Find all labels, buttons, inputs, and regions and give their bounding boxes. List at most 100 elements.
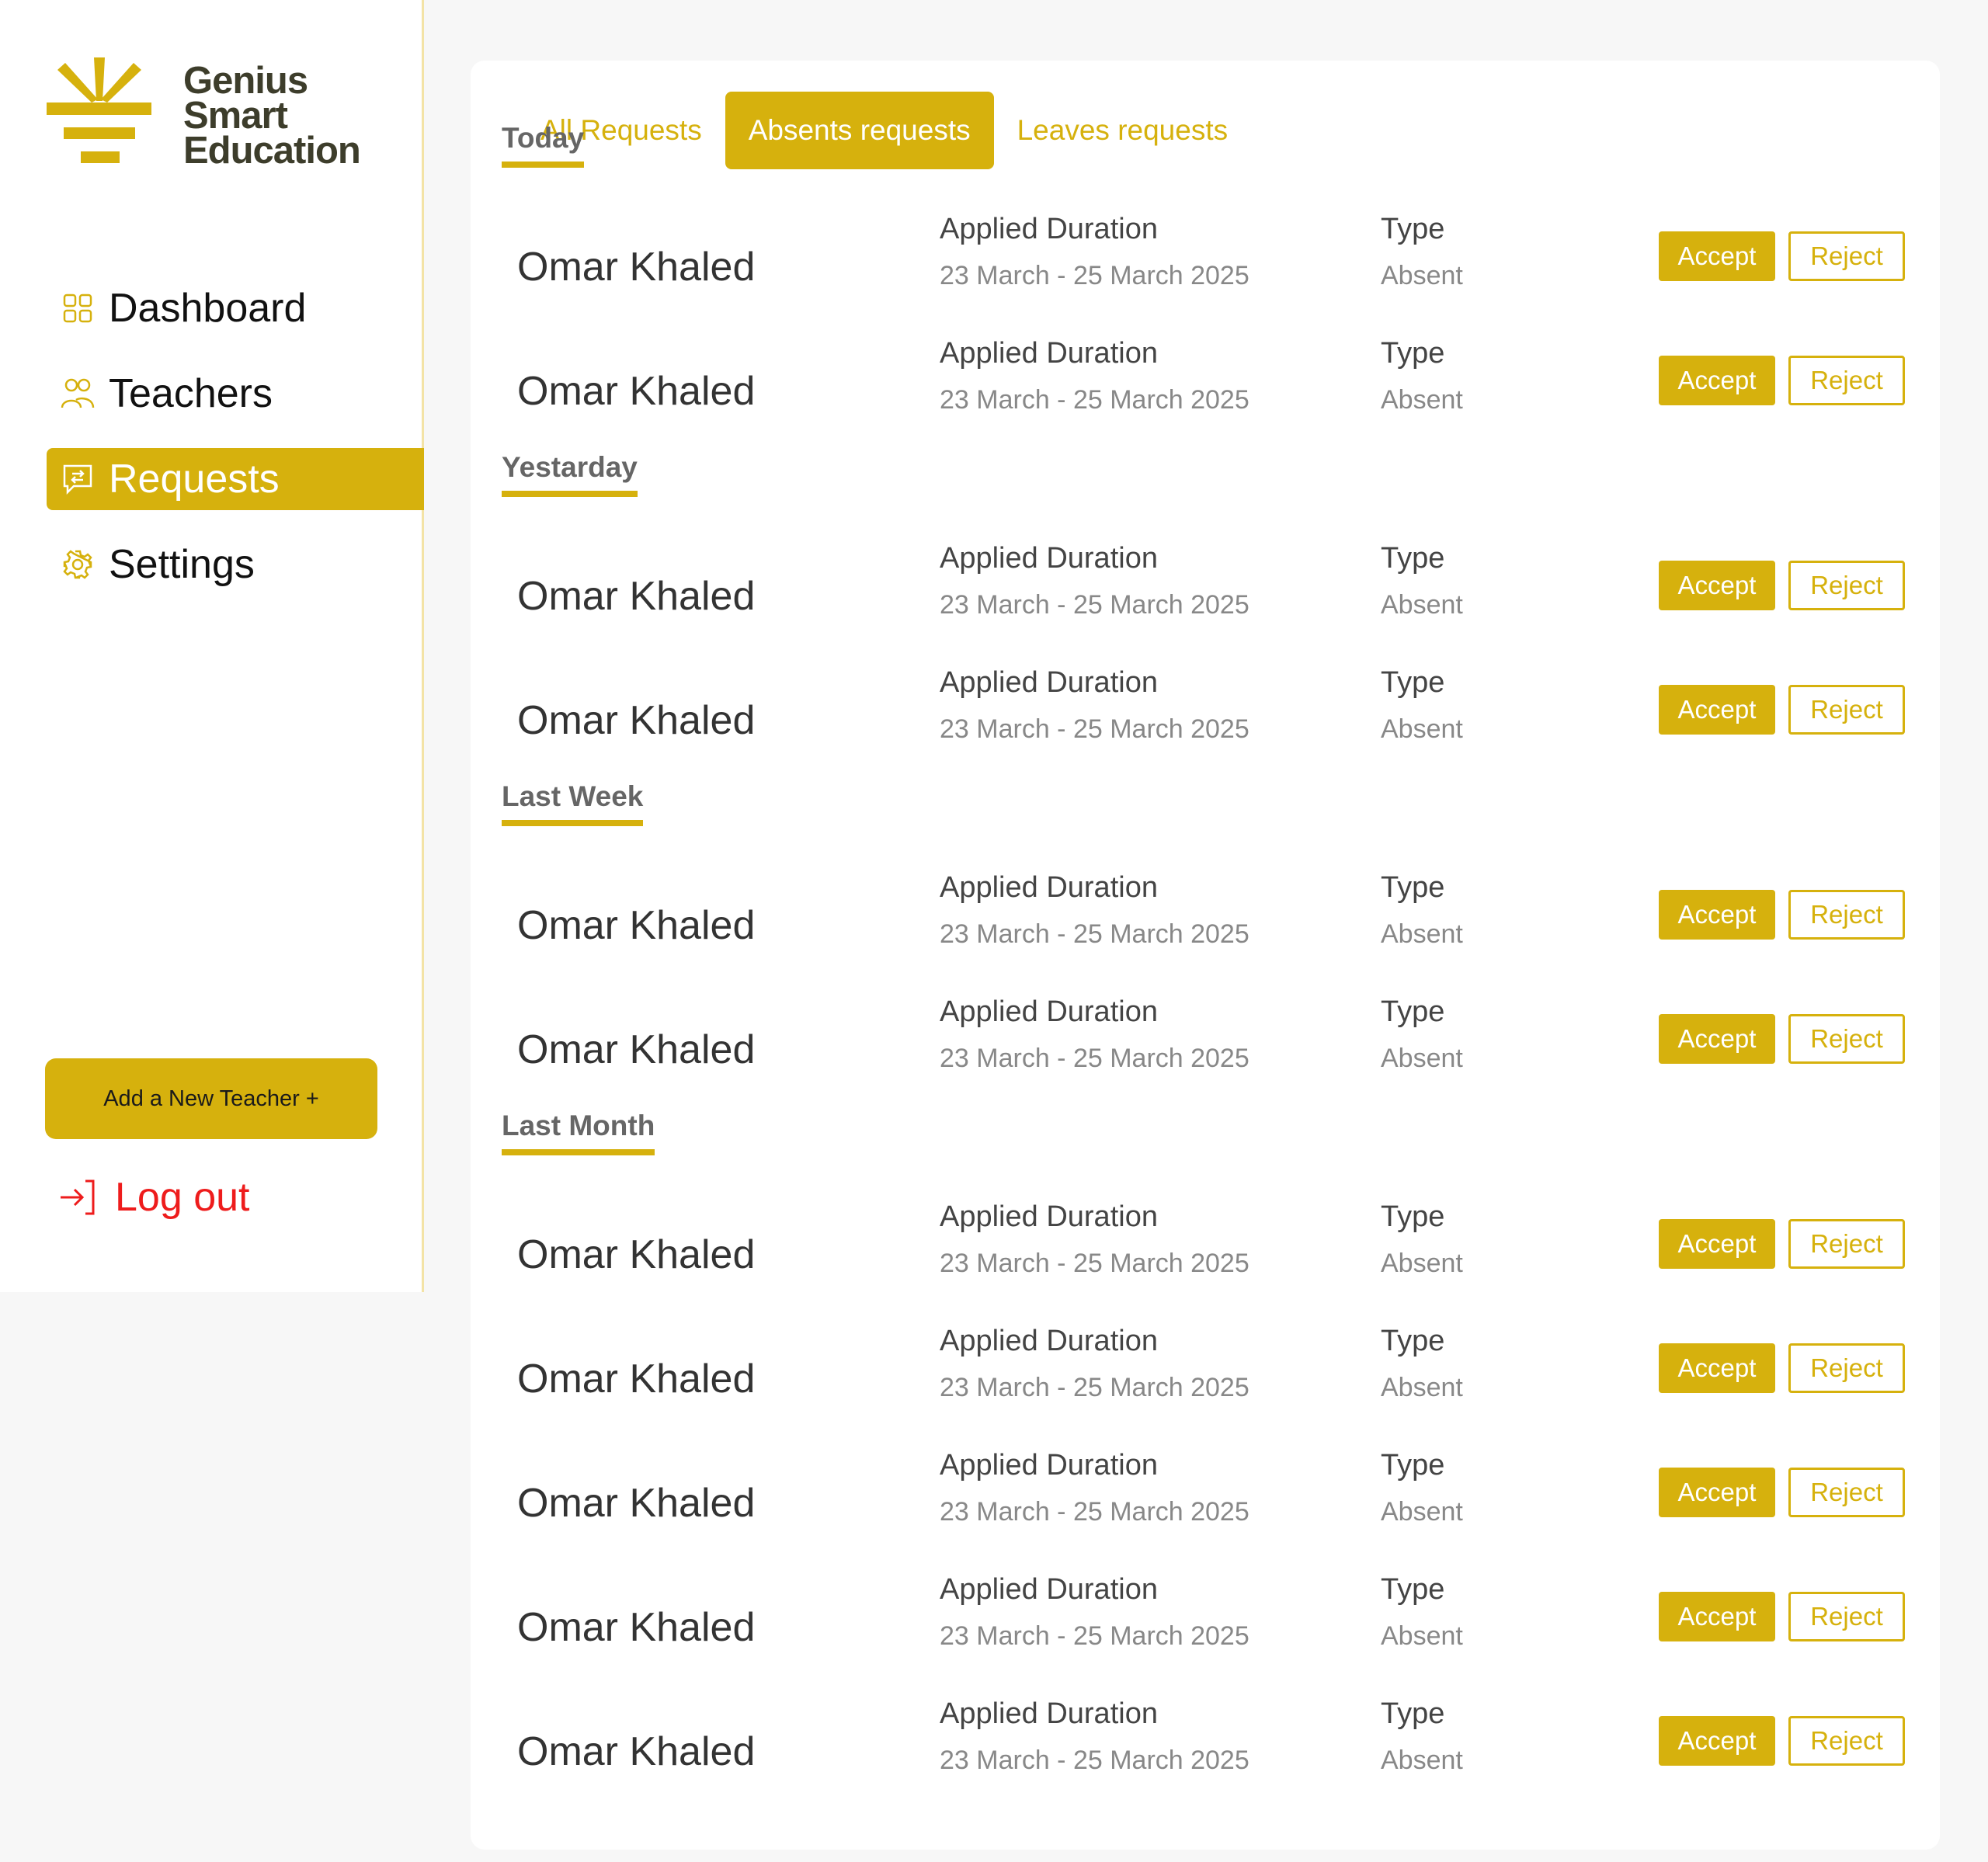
duration-value: 23 March - 25 March 2025 — [940, 385, 1249, 415]
users-icon — [47, 363, 109, 425]
duration-label: Applied Duration — [940, 213, 1158, 245]
type-value: Absent — [1381, 1249, 1463, 1278]
type-label: Type — [1381, 1449, 1445, 1482]
sidebar-item-requests[interactable]: Requests — [47, 448, 424, 510]
duration-label: Applied Duration — [940, 666, 1158, 699]
sidebar-item-label: Teachers — [109, 371, 273, 416]
request-row: Omar Khaled Applied Duration 23 March - 25… — [471, 1697, 1940, 1814]
duration-label: Applied Duration — [940, 542, 1158, 575]
duration-value: 23 March - 25 March 2025 — [940, 1497, 1249, 1527]
teacher-name: Omar Khaled — [517, 245, 756, 290]
accept-button[interactable]: Accept — [1659, 1219, 1775, 1269]
type-label: Type — [1381, 666, 1445, 699]
reject-button[interactable]: Reject — [1788, 1014, 1905, 1064]
sidebar: Genius Smart Education Dashboard Teacher… — [0, 0, 424, 1292]
reject-button[interactable]: Reject — [1788, 561, 1905, 610]
teacher-name: Omar Khaled — [517, 1729, 756, 1774]
sun-logo-icon — [47, 57, 151, 163]
duration-value: 23 March - 25 March 2025 — [940, 590, 1249, 620]
accept-button[interactable]: Accept — [1659, 1468, 1775, 1517]
reject-button[interactable]: Reject — [1788, 1343, 1905, 1393]
request-row: Omar Khaled Applied Duration 23 March - 25… — [471, 213, 1940, 329]
tab-leaves-requests[interactable]: Leaves requests — [994, 92, 1252, 169]
request-tabs: All Requests Absents requests Leaves req… — [517, 92, 1251, 169]
reject-button[interactable]: Reject — [1788, 1592, 1905, 1641]
brand-line-3: Education — [183, 130, 361, 172]
type-label: Type — [1381, 1573, 1445, 1606]
brand-line-2: Smart — [183, 95, 288, 137]
type-label: Type — [1381, 213, 1445, 245]
reject-button[interactable]: Reject — [1788, 231, 1905, 281]
duration-value: 23 March - 25 March 2025 — [940, 714, 1249, 744]
type-value: Absent — [1381, 1621, 1463, 1651]
logout-button[interactable]: Log out — [57, 1174, 250, 1221]
teacher-name: Omar Khaled — [517, 369, 756, 414]
duration-label: Applied Duration — [940, 1573, 1158, 1606]
reject-button[interactable]: Reject — [1788, 356, 1905, 405]
type-label: Type — [1381, 995, 1445, 1028]
duration-value: 23 March - 25 March 2025 — [940, 261, 1249, 290]
type-value: Absent — [1381, 385, 1463, 415]
brand-logo: Genius Smart Education — [47, 56, 388, 172]
type-label: Type — [1381, 1697, 1445, 1730]
reject-button[interactable]: Reject — [1788, 1468, 1905, 1517]
request-row: Omar Khaled Applied Duration 23 March - 25… — [471, 995, 1940, 1112]
brand-name: Genius Smart Education — [183, 60, 361, 172]
duration-label: Applied Duration — [940, 1325, 1158, 1357]
grid-icon — [47, 277, 109, 339]
duration-label: Applied Duration — [940, 337, 1158, 370]
teacher-name: Omar Khaled — [517, 698, 756, 743]
reject-button[interactable]: Reject — [1788, 1219, 1905, 1269]
accept-button[interactable]: Accept — [1659, 561, 1775, 610]
duration-value: 23 March - 25 March 2025 — [940, 1621, 1249, 1651]
type-value: Absent — [1381, 714, 1463, 744]
requests-panel: All Requests Absents requests Leaves req… — [471, 61, 1940, 1850]
add-new-teacher-button[interactable]: Add a New Teacher + — [45, 1058, 377, 1139]
type-label: Type — [1381, 542, 1445, 575]
teacher-name: Omar Khaled — [517, 574, 756, 619]
teacher-name: Omar Khaled — [517, 1357, 756, 1402]
reject-button[interactable]: Reject — [1788, 685, 1905, 735]
chat-icon — [47, 448, 109, 510]
duration-value: 23 March - 25 March 2025 — [940, 919, 1249, 949]
request-row: Omar Khaled Applied Duration 23 March - 25… — [471, 542, 1940, 658]
section-title: Yestarday — [502, 449, 638, 497]
accept-button[interactable]: Accept — [1659, 1343, 1775, 1393]
logout-label: Log out — [115, 1175, 250, 1220]
sidebar-item-dashboard[interactable]: Dashboard — [47, 277, 424, 339]
sidebar-item-label: Settings — [109, 542, 255, 587]
duration-value: 23 March - 25 March 2025 — [940, 1373, 1249, 1402]
tab-absents-requests[interactable]: Absents requests — [725, 92, 994, 169]
section-title: Last Week — [502, 778, 644, 826]
type-value: Absent — [1381, 1044, 1463, 1073]
teacher-name: Omar Khaled — [517, 1481, 756, 1526]
type-label: Type — [1381, 337, 1445, 370]
accept-button[interactable]: Accept — [1659, 1592, 1775, 1641]
duration-label: Applied Duration — [940, 1449, 1158, 1482]
sidebar-item-label: Dashboard — [109, 286, 307, 331]
type-label: Type — [1381, 1200, 1445, 1233]
sidebar-item-settings[interactable]: Settings — [47, 533, 424, 596]
teacher-name: Omar Khaled — [517, 1605, 756, 1650]
request-row: Omar Khaled Applied Duration 23 March - 25… — [471, 1449, 1940, 1565]
accept-button[interactable]: Accept — [1659, 685, 1775, 735]
reject-button[interactable]: Reject — [1788, 1716, 1905, 1766]
accept-button[interactable]: Accept — [1659, 890, 1775, 940]
accept-button[interactable]: Accept — [1659, 231, 1775, 281]
request-row: Omar Khaled Applied Duration 23 March - 25… — [471, 871, 1940, 988]
type-label: Type — [1381, 871, 1445, 904]
sidebar-item-teachers[interactable]: Teachers — [47, 363, 424, 425]
reject-button[interactable]: Reject — [1788, 890, 1905, 940]
request-row: Omar Khaled Applied Duration 23 March - 25… — [471, 1325, 1940, 1441]
accept-button[interactable]: Accept — [1659, 1014, 1775, 1064]
duration-label: Applied Duration — [940, 871, 1158, 904]
duration-value: 23 March - 25 March 2025 — [940, 1746, 1249, 1775]
duration-label: Applied Duration — [940, 995, 1158, 1028]
teacher-name: Omar Khaled — [517, 1027, 756, 1072]
brand-line-1: Genius — [183, 60, 308, 102]
accept-button[interactable]: Accept — [1659, 1716, 1775, 1766]
sidebar-item-label: Requests — [109, 457, 280, 502]
accept-button[interactable]: Accept — [1659, 356, 1775, 405]
type-value: Absent — [1381, 1373, 1463, 1402]
type-value: Absent — [1381, 1746, 1463, 1775]
